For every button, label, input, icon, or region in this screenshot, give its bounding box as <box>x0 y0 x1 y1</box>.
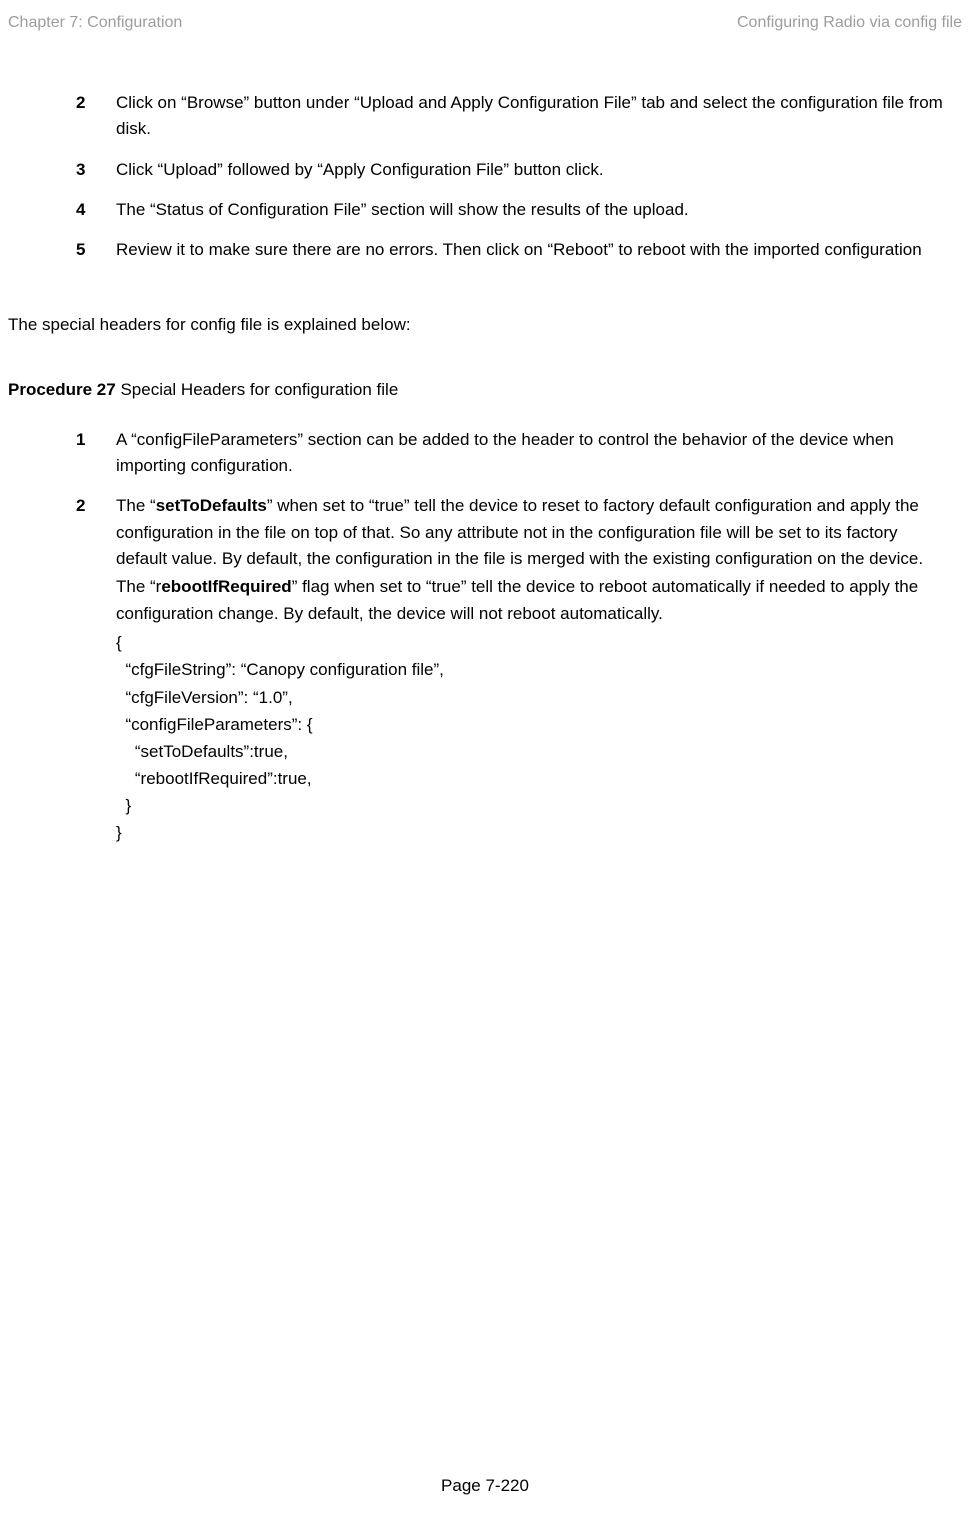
code-line: { <box>116 629 962 656</box>
list-item-text: The “setToDefaults” when set to “true” t… <box>116 493 962 572</box>
procedure-title: Special Headers for configuration file <box>116 380 399 399</box>
list-item-number: 2 <box>8 90 116 143</box>
code-line: “cfgFileVersion”: “1.0”, <box>116 684 962 711</box>
code-line: } <box>116 819 962 846</box>
procedure-label: Procedure 27 <box>8 380 116 399</box>
header-chapter: Chapter 7: Configuration <box>8 14 182 32</box>
list-item-number: 4 <box>8 197 116 223</box>
list-item: 3 Click “Upload” followed by “Apply Conf… <box>8 157 962 183</box>
page-content: 2 Click on “Browse” button under “Upload… <box>0 32 970 847</box>
code-line: “cfgFileString”: “Canopy configuration f… <box>116 656 962 683</box>
paragraph: The “rebootIfRequired” flag when set to … <box>8 574 962 627</box>
list-item-number: 3 <box>8 157 116 183</box>
code-block: { “cfgFileString”: “Canopy configuration… <box>8 629 962 847</box>
page-footer: Page 7-220 <box>0 1476 970 1496</box>
list-item: 2 Click on “Browse” button under “Upload… <box>8 90 962 143</box>
code-line: } <box>116 792 962 819</box>
list-item: 5 Review it to make sure there are no er… <box>8 237 962 263</box>
page-header: Chapter 7: Configuration Configuring Rad… <box>0 0 970 32</box>
section-intro-text: The special headers for config file is e… <box>8 312 962 338</box>
code-line: “rebootIfRequired”:true, <box>116 765 962 792</box>
list-item-number: 2 <box>8 493 116 572</box>
list-item-number: 5 <box>8 237 116 263</box>
list-item-text: Click “Upload” followed by “Apply Config… <box>116 157 962 183</box>
list-item: 1 A “configFileParameters” section can b… <box>8 427 962 480</box>
list-item: 4 The “Status of Configuration File” sec… <box>8 197 962 223</box>
list-item-text: Click on “Browse” button under “Upload a… <box>116 90 962 143</box>
bold-term: setToDefaults <box>156 496 267 515</box>
list-item: 2 The “setToDefaults” when set to “true”… <box>8 493 962 572</box>
list-item-number: 1 <box>8 427 116 480</box>
code-line: “configFileParameters”: { <box>116 711 962 738</box>
list-item-text: Review it to make sure there are no erro… <box>116 237 962 263</box>
list-item-text: The “Status of Configuration File” secti… <box>116 197 962 223</box>
code-line: “setToDefaults”:true, <box>116 738 962 765</box>
list-item-text: A “configFileParameters” section can be … <box>116 427 962 480</box>
procedure-heading: Procedure 27 Special Headers for configu… <box>8 377 962 403</box>
bold-term: ebootIfRequired <box>161 577 291 596</box>
header-section-title: Configuring Radio via config file <box>737 14 962 32</box>
